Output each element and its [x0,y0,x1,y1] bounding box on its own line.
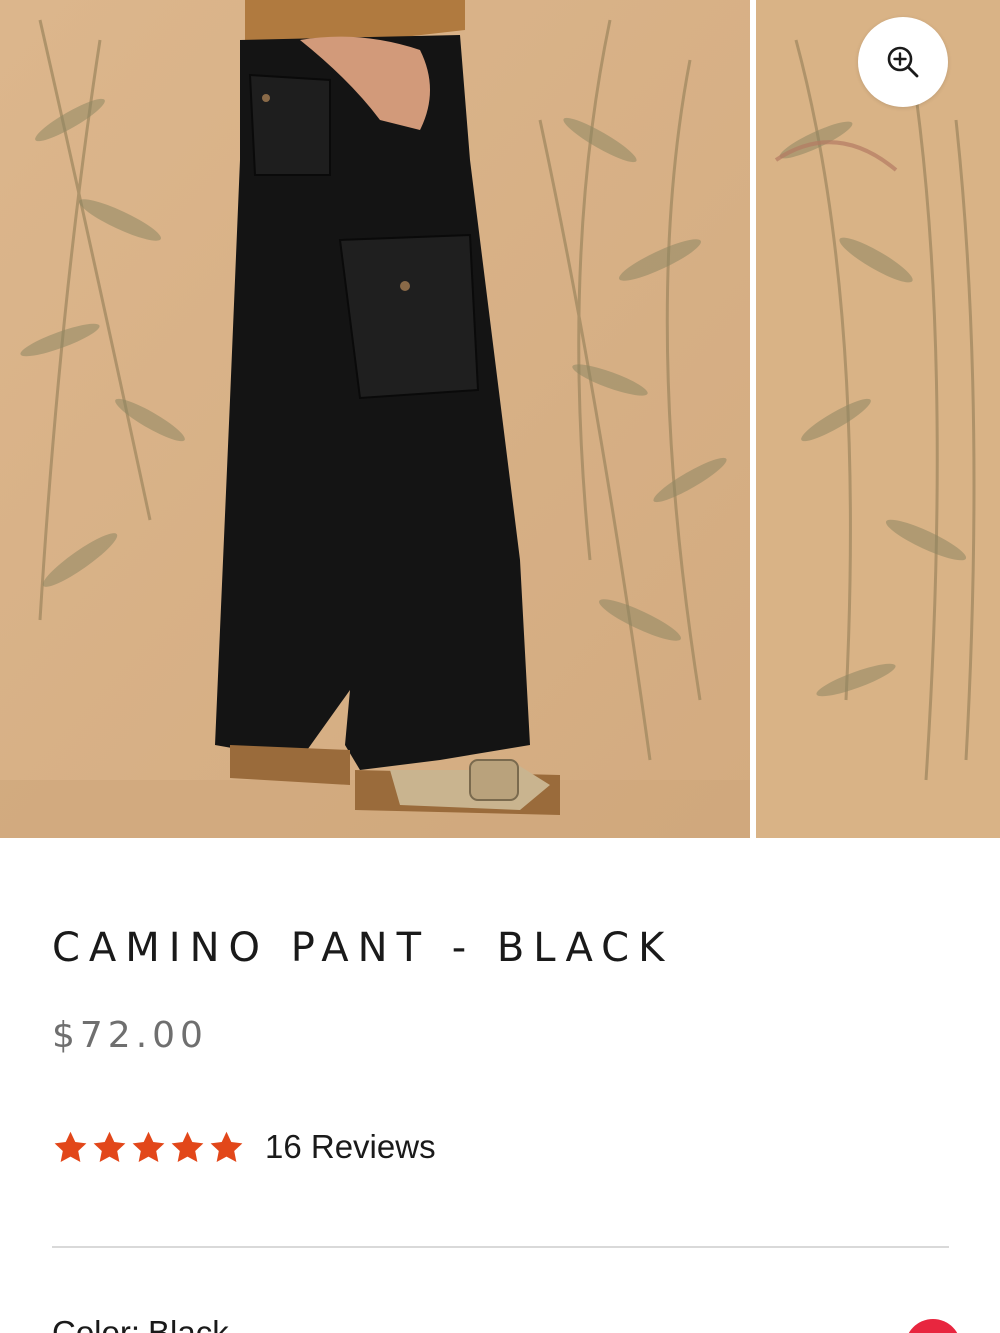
zoom-in-icon [887,46,919,78]
star-icon [210,1131,243,1162]
star-icon [132,1131,165,1162]
chat-button[interactable] [905,1319,961,1333]
star-icon [171,1131,204,1162]
product-image-next[interactable] [756,0,1000,838]
reviews-link[interactable]: 16 Reviews [265,1128,436,1166]
product-title: CAMINO PANT - BLACK [52,925,674,971]
product-image-gallery[interactable] [0,0,1000,838]
product-photo-next [756,0,1000,838]
star-icon [93,1131,126,1162]
color-option-label: Color: Black [52,1314,229,1333]
product-image-main[interactable] [0,0,750,838]
divider [52,1246,949,1248]
zoom-button[interactable] [858,17,948,107]
product-photo [0,0,750,838]
color-value: Black [148,1314,229,1333]
star-rating [52,1129,245,1166]
color-label-text: Color: [52,1314,141,1333]
star-icon [54,1131,87,1162]
product-price: $72.00 [52,1015,208,1056]
rating-summary[interactable]: 16 Reviews [52,1128,436,1166]
